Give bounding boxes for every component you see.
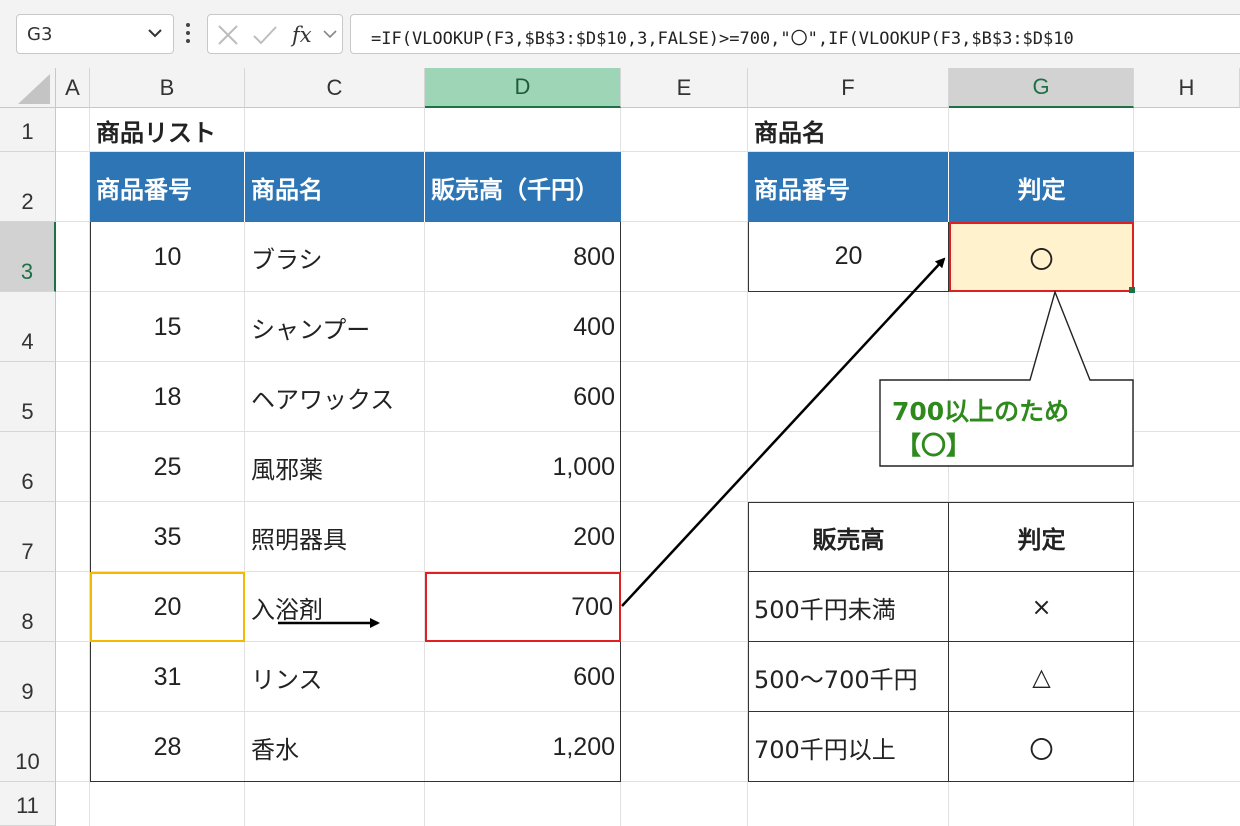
callout-text: 700以上のため: [892, 397, 1070, 426]
callout-text: 【〇】: [896, 431, 972, 460]
